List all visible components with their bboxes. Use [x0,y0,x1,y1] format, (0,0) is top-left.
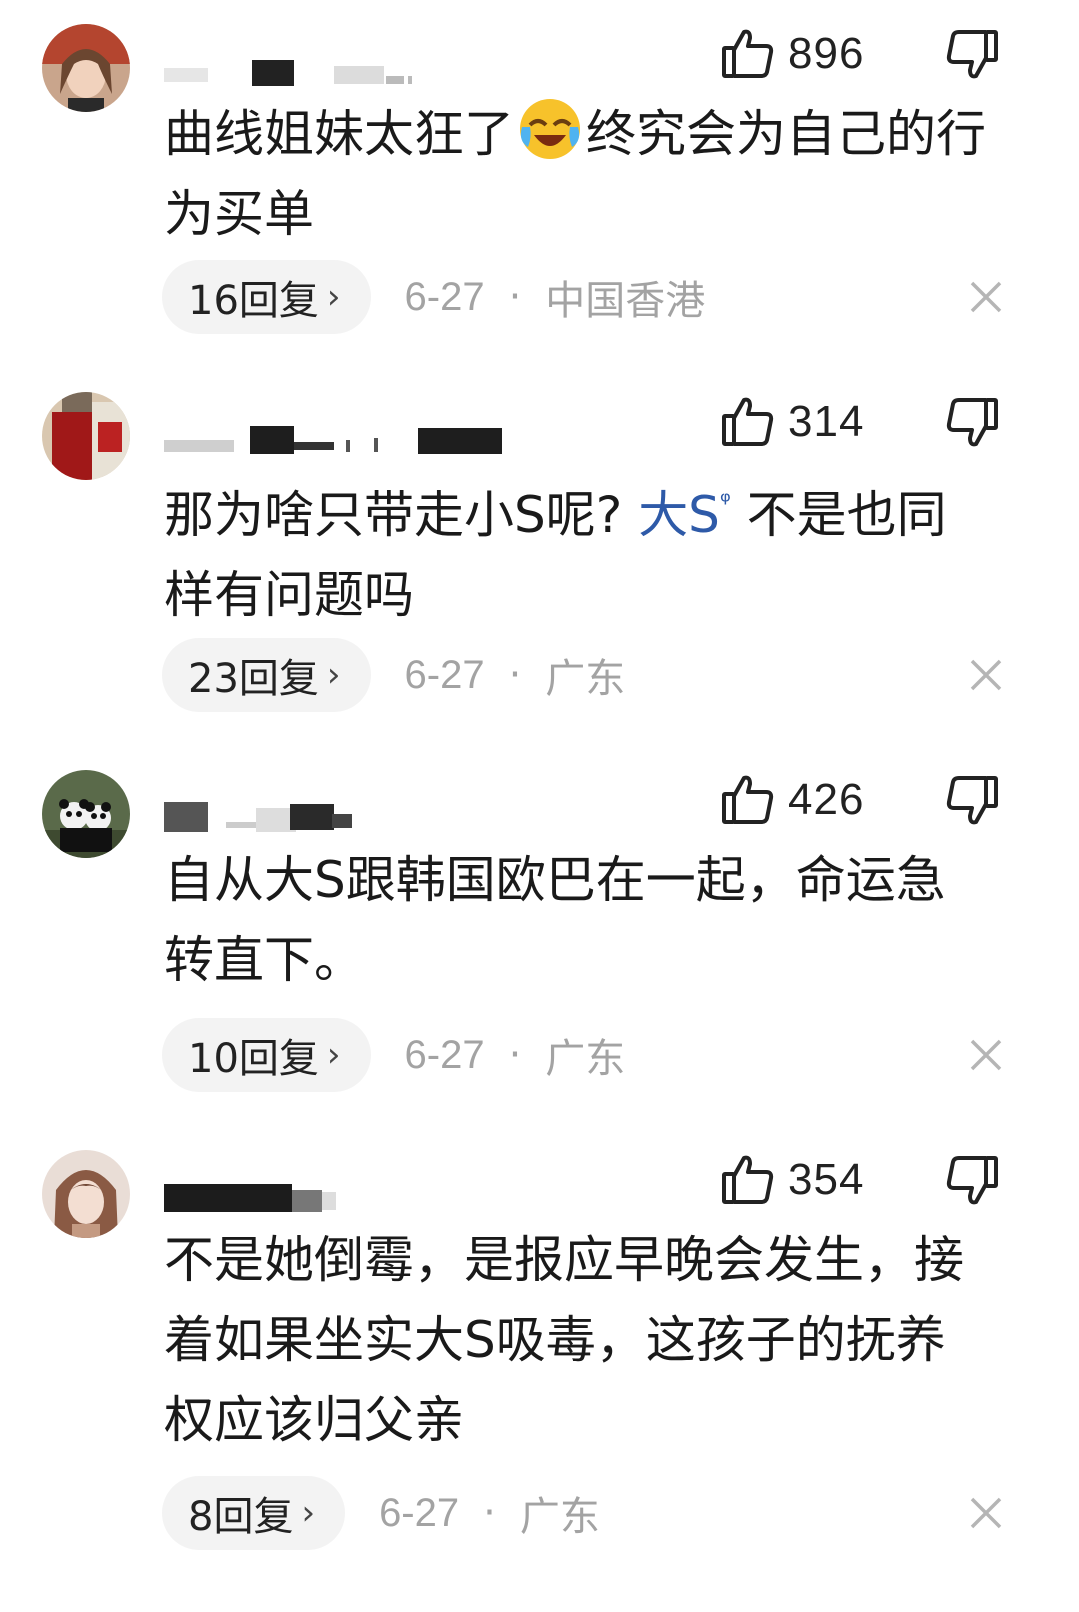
comment-text-part: 曲线姐妹太狂了 [164,105,514,163]
close-icon[interactable] [966,655,1006,695]
avatar[interactable] [42,1150,130,1238]
like-count: 354 [788,1155,865,1204]
like-button[interactable]: 896 [720,24,864,84]
laughing-crying-emoji-icon [518,97,582,161]
comment-text: 那为啥只带走小S呢? 大Sᵠ 不是也同样有问题吗 [164,462,994,635]
comment-text: 自从大S跟韩国欧巴在一起，命运急转直下。 [164,851,946,989]
chevron-right-icon: › [326,1035,341,1075]
comment-meta: 10回复 › 6-27 · 广东 [162,1018,625,1092]
like-button[interactable]: 426 [720,770,864,830]
comment-location: 广东 [545,656,626,702]
thumbs-up-icon [720,394,776,450]
thumbs-down-icon[interactable] [944,1152,1000,1208]
comment-text: 不是她倒霉，是报应早晚会发生，接着如果坐实大S吸毒，这孩子的抚养权应该归父亲 [164,1231,964,1449]
like-button[interactable]: 354 [720,1150,864,1210]
search-icon: ᵠ [719,487,731,517]
comment-meta: 8回复 › 6-27 · 广东 [162,1476,600,1550]
meta-separator: · [508,652,522,698]
comment-text: 曲线姐妹太狂了 终究会为自己的行为买单 [164,94,994,254]
chevron-right-icon: › [326,655,341,695]
meta-separator: · [483,1490,496,1536]
comment-date: 6-27 [404,1032,485,1077]
chevron-right-icon: › [326,277,341,317]
thumbs-down-icon[interactable] [944,26,1000,82]
close-icon[interactable] [966,1493,1006,1533]
like-count: 314 [788,397,865,446]
meta-separator: · [508,1032,522,1078]
chevron-right-icon: › [301,1493,316,1533]
replies-button[interactable]: 10回复 › [162,1018,371,1092]
like-count: 896 [788,29,865,78]
comment-location: 广东 [545,1036,626,1082]
username-redacted[interactable] [164,792,524,832]
comment-meta: 23回复 › 6-27 · 广东 [162,638,625,712]
avatar[interactable] [42,24,130,112]
comment-date: 6-27 [379,1490,460,1535]
like-button[interactable]: 314 [720,392,864,452]
replies-label: 10回复 [188,1036,319,1082]
username-redacted[interactable] [164,1172,524,1212]
thumbs-down-icon[interactable] [944,394,1000,450]
username-redacted[interactable] [164,46,524,86]
thumbs-up-icon [720,1152,776,1208]
mention-link[interactable]: 大Sᵠ [638,486,731,544]
avatar[interactable] [42,770,130,858]
replies-button[interactable]: 16回复 › [162,260,371,334]
comment-meta: 16回复 › 6-27 · 中国香港 [162,260,705,334]
comment-date: 6-27 [404,274,485,319]
replies-button[interactable]: 23回复 › [162,638,371,712]
close-icon[interactable] [966,1035,1006,1075]
thumbs-down-icon[interactable] [944,772,1000,828]
mention-label: 大S [638,486,720,544]
replies-label: 8回复 [188,1494,294,1540]
comment-location: 广东 [519,1494,600,1540]
replies-label: 23回复 [188,656,319,702]
thumbs-up-icon [720,772,776,828]
comment-location: 中国香港 [545,278,706,324]
comment-text-part: 那为啥只带走小S呢? [164,486,623,544]
comment-date: 6-27 [404,652,485,697]
meta-separator: · [508,274,522,320]
replies-label: 16回复 [188,278,319,324]
username-redacted[interactable] [164,414,524,454]
avatar[interactable] [42,392,130,480]
close-icon[interactable] [966,277,1006,317]
like-count: 426 [788,775,865,824]
replies-button[interactable]: 8回复 › [162,1476,346,1550]
thumbs-up-icon [720,26,776,82]
